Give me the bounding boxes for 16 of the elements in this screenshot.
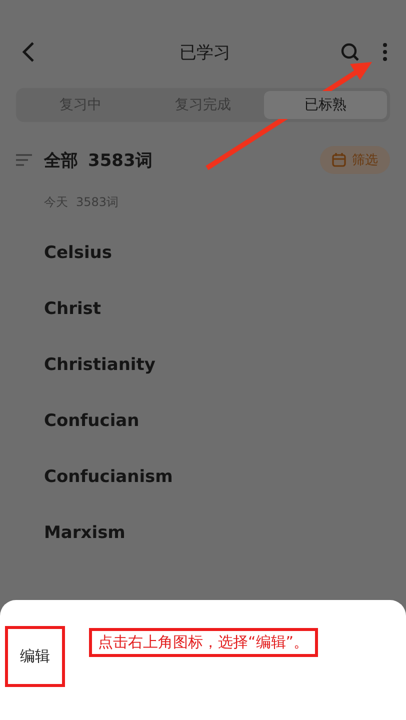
word-item[interactable]: Confucian (0, 393, 406, 449)
word-item[interactable]: Confucianism (0, 449, 406, 505)
list-icon[interactable] (16, 154, 32, 166)
more-icon[interactable] (382, 42, 388, 62)
annotation-note: 点击右上角图标，选择“编辑”。 (89, 628, 318, 657)
tab[interactable]: 已标熟 (264, 91, 388, 119)
word-count: 3583词 (88, 150, 152, 172)
calendar-icon (332, 153, 346, 167)
summary-title: 全部 (44, 150, 78, 172)
search-icon[interactable] (340, 42, 360, 62)
page-title: 已学习 (178, 42, 232, 64)
edit-option[interactable]: 编辑 (5, 626, 65, 687)
word-item[interactable]: Christ (0, 281, 406, 337)
word-item[interactable]: Marxism (0, 505, 406, 561)
word-item[interactable]: Christianity (0, 337, 406, 393)
word-item[interactable]: Celsius (0, 225, 406, 281)
